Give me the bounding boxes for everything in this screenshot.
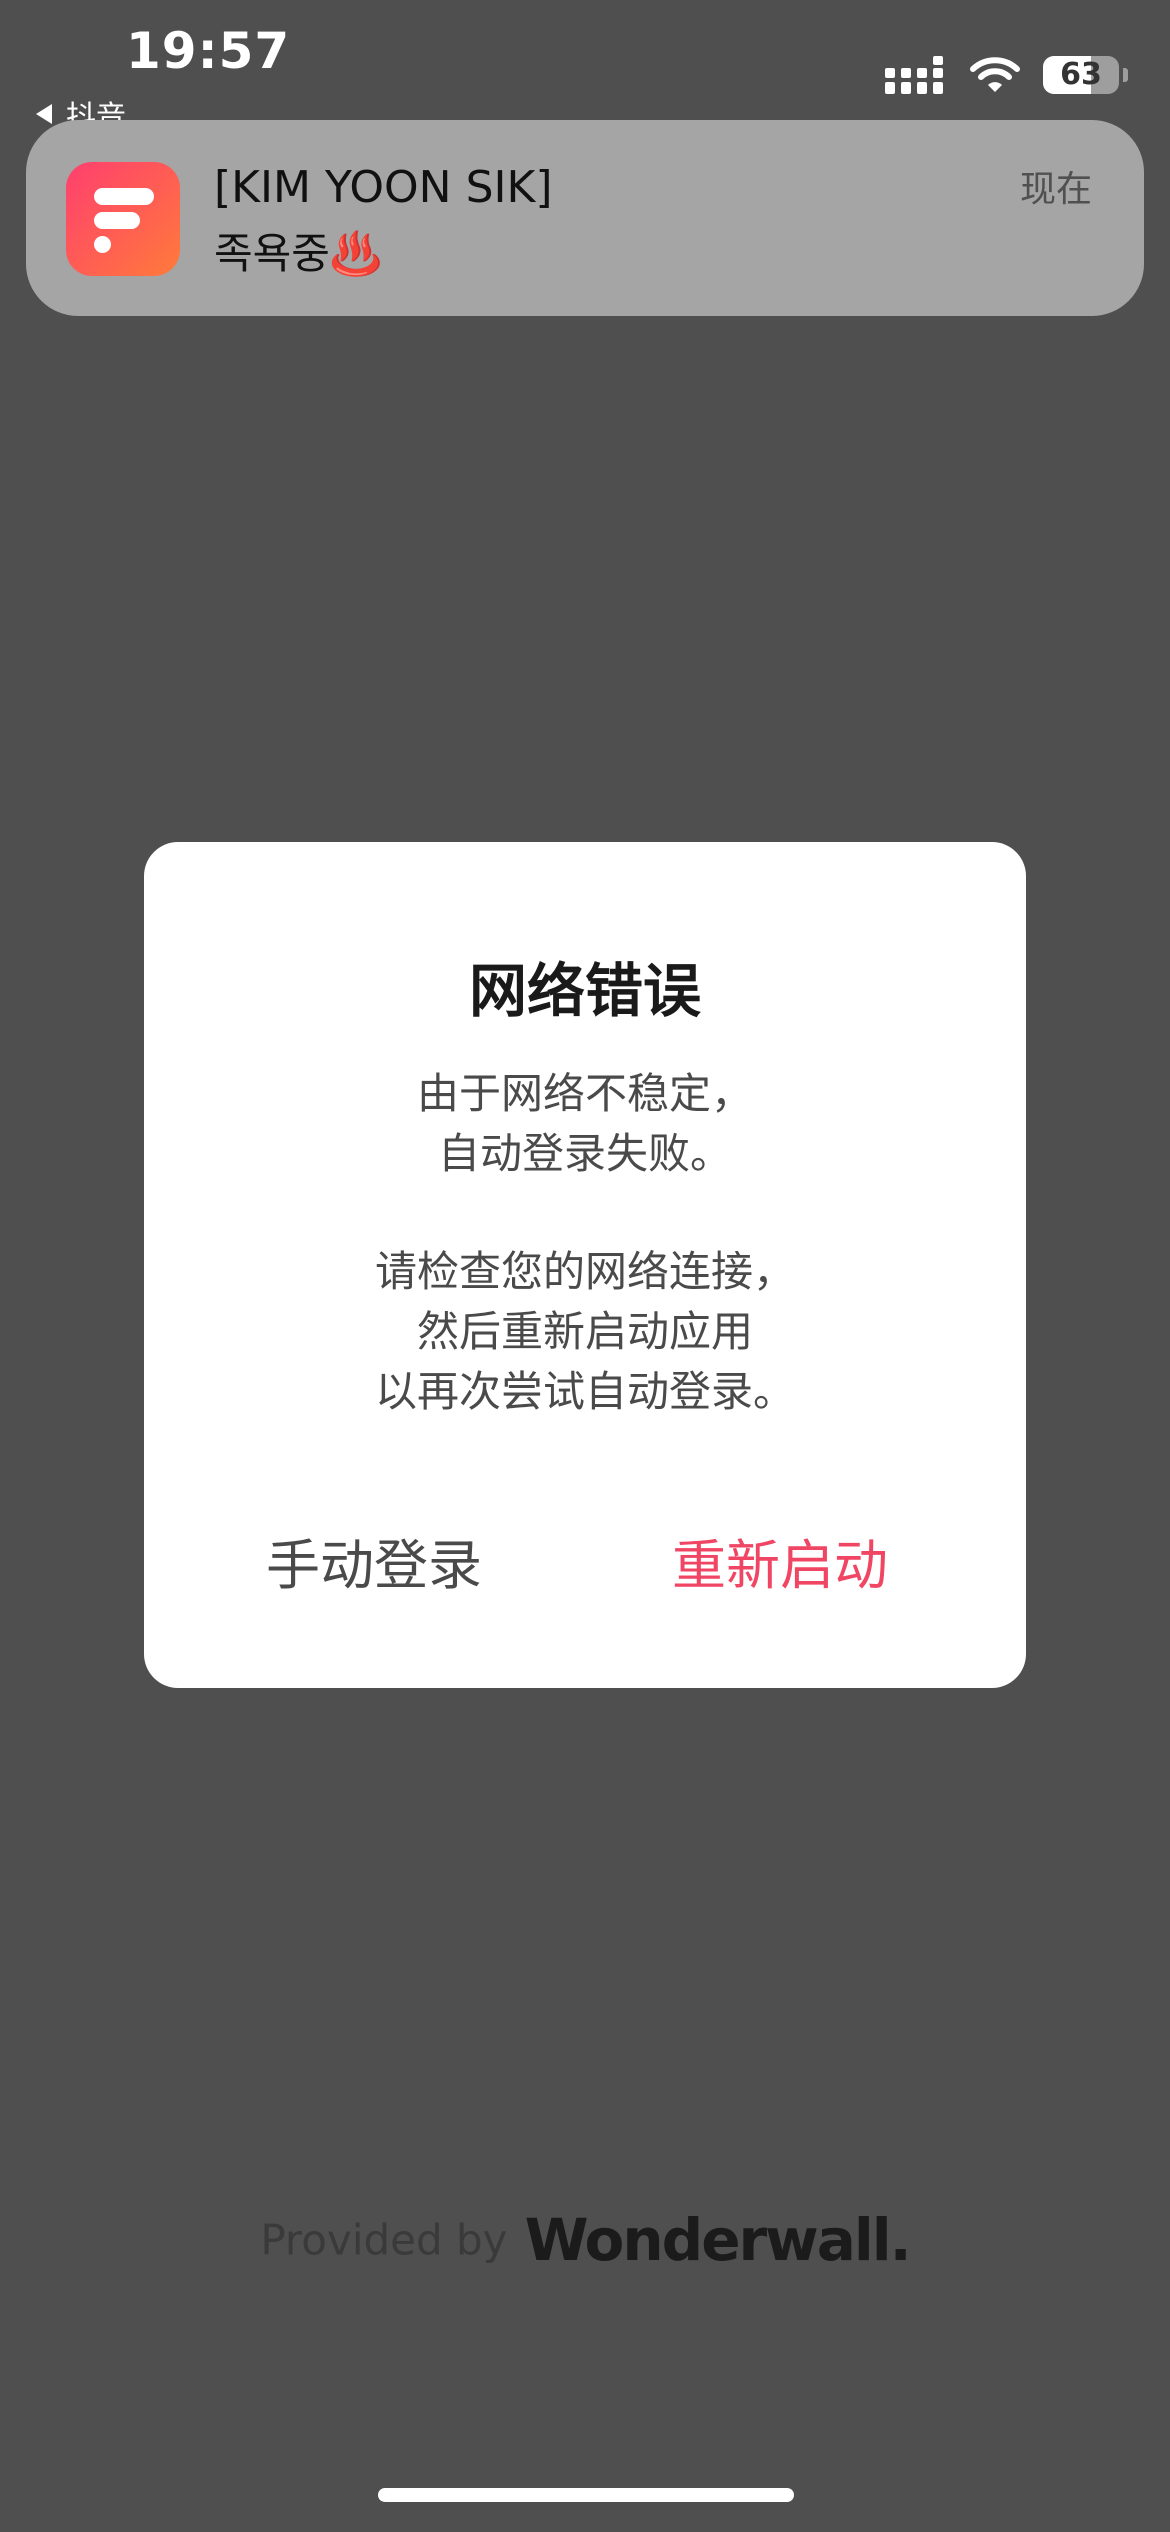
dialog-title: 网络错误 — [468, 957, 701, 1025]
battery-cap — [1123, 68, 1128, 82]
home-indicator[interactable] — [378, 2488, 794, 2502]
back-arrow-icon — [36, 104, 52, 124]
battery-percent: 63 — [1060, 57, 1102, 92]
dialog-message-line: 自动登录失败。 — [437, 1129, 732, 1178]
notification-body: 족욕중♨️ — [214, 229, 383, 278]
dialog-message-2: 请检查您的网络连接， 然后重新启动应用 以再次尝试自动登录。 — [144, 1242, 1026, 1422]
notification-title: [KIM YOON SIK] — [214, 162, 553, 213]
dialog-message-1: 由于网络不稳定， 自动登录失败。 — [144, 1064, 1026, 1184]
dialog-message-line: 由于网络不稳定， — [416, 1069, 753, 1118]
status-time: 19:57 — [126, 22, 291, 80]
dialog-message-line: 请检查您的网络连接， — [374, 1247, 795, 1296]
dialog-message-line: 然后重新启动应用 — [416, 1307, 753, 1356]
notification-time: 现在 — [1019, 169, 1092, 210]
manual-login-button[interactable]: 手动登录 — [224, 1526, 524, 1606]
provided-by-footer: Provided by Wonderwall. — [0, 2206, 1170, 2274]
wifi-icon — [970, 57, 1020, 92]
network-error-dialog: 网络错误 由于网络不稳定， 自动登录失败。 请检查您的网络连接， 然后重新启动应… — [144, 842, 1026, 1688]
restart-button[interactable]: 重新启动 — [630, 1526, 930, 1606]
app-logo-icon — [66, 162, 180, 276]
battery-indicator: 63 — [1043, 56, 1119, 94]
cellular-signal-icon — [885, 56, 943, 94]
wonderwall-logo: Wonderwall. — [524, 2206, 912, 2274]
dialog-message-line: 以再次尝试自动登录。 — [374, 1367, 795, 1416]
provided-by-text: Provided by — [260, 2215, 508, 2265]
notification-banner[interactable]: [KIM YOON SIK] 족욕중♨️ 现在 — [26, 120, 1144, 316]
status-icons: 63 — [885, 56, 1128, 94]
